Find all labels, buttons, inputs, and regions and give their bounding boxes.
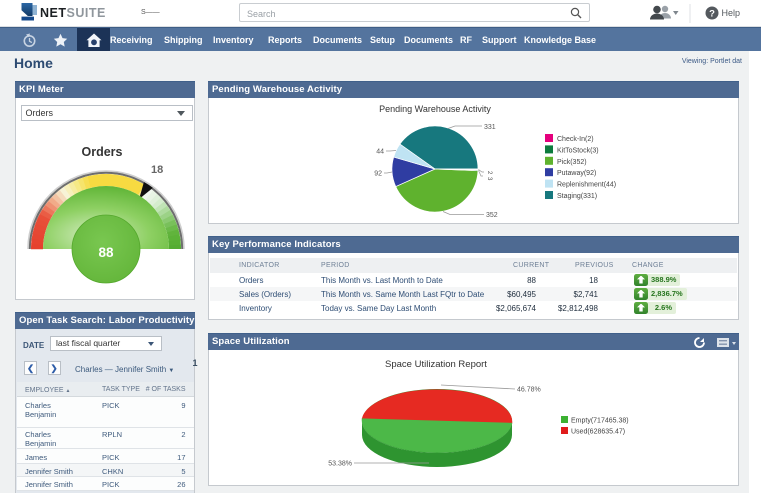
svg-text:2: 2: [486, 171, 492, 175]
svg-text:Pick(352): Pick(352): [557, 159, 587, 166]
svg-text:Staging(331): Staging(331): [557, 193, 597, 200]
svg-text:3: 3: [486, 177, 492, 181]
svg-text:352: 352: [486, 212, 498, 219]
svg-text:?: ?: [709, 9, 715, 20]
svg-text:KitToStock(3): KitToStock(3): [557, 147, 599, 154]
svg-text:Space Utilization Report: Space Utilization Report: [385, 359, 487, 370]
svg-text:Pending Warehouse Activity: Pending Warehouse Activity: [379, 104, 491, 114]
svg-text:Check-In(2): Check-In(2): [557, 136, 594, 143]
svg-text:Replenishment(44): Replenishment(44): [557, 182, 616, 189]
svg-text:Putaway(92): Putaway(92): [557, 170, 596, 177]
svg-text:Empty(717465.38): Empty(717465.38): [571, 418, 629, 425]
svg-text:Help: Help: [722, 8, 741, 18]
svg-text:44: 44: [376, 149, 384, 156]
svg-text:Orders: Orders: [82, 145, 123, 159]
svg-text:Used(628635.47): Used(628635.47): [571, 429, 625, 436]
svg-text:92: 92: [374, 171, 382, 178]
svg-text:18: 18: [151, 164, 163, 176]
svg-text:46.78%: 46.78%: [517, 387, 541, 394]
svg-text:88: 88: [98, 245, 114, 260]
svg-text:53.38%: 53.38%: [328, 461, 352, 468]
svg-text:331: 331: [484, 124, 496, 131]
